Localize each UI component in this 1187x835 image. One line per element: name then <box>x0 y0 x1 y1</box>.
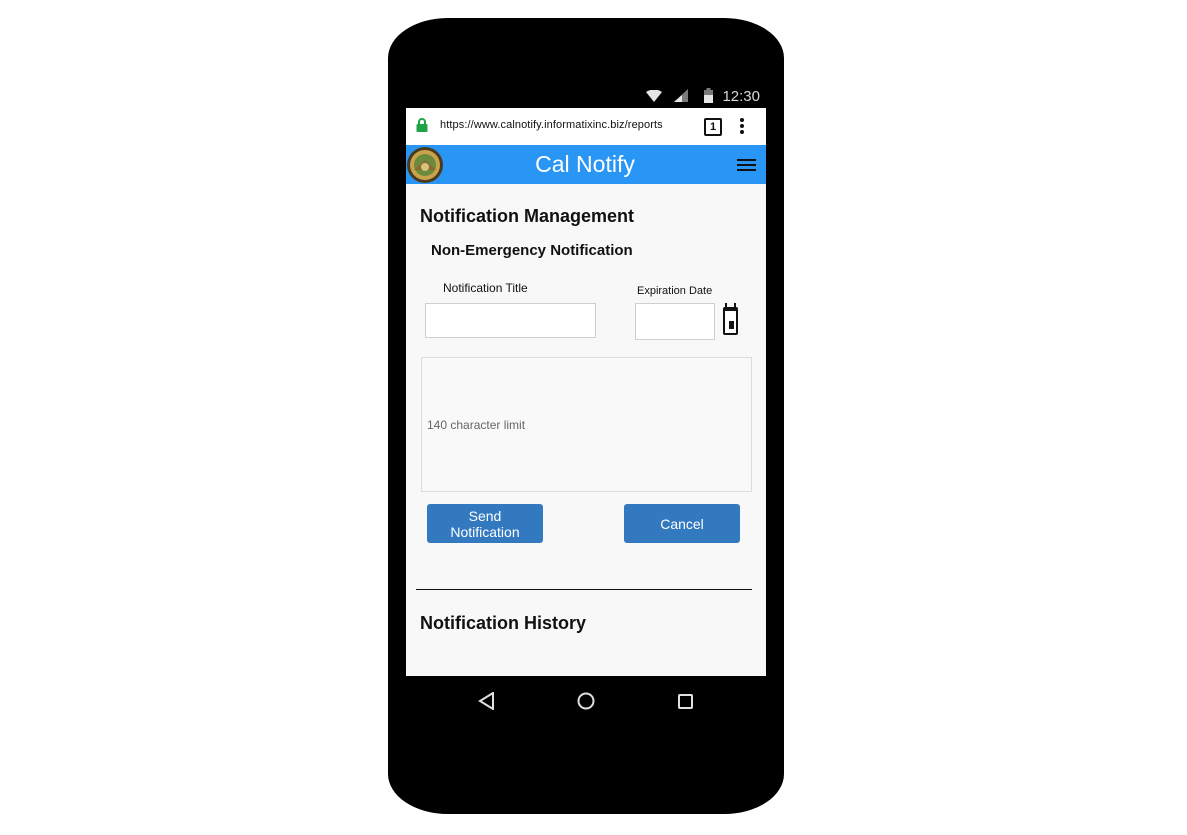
address-bar[interactable]: https://www.calnotify.informatixinc.biz/… <box>406 108 766 145</box>
url-text[interactable]: https://www.calnotify.informatixinc.biz/… <box>440 119 663 131</box>
lock-icon <box>416 118 428 137</box>
status-bar: 12:30 <box>406 86 766 108</box>
notification-history-title: Notification History <box>420 613 587 633</box>
message-textarea[interactable]: 140 character limit <box>421 357 752 492</box>
cancel-button-label: Cancel <box>660 515 704 532</box>
subsection-title: Non-Emergency Notification <box>431 242 633 259</box>
more-options-icon[interactable] <box>740 118 744 139</box>
expiration-date-input[interactable] <box>635 303 715 340</box>
status-time: 12:30 <box>722 88 760 105</box>
signal-icon <box>674 89 688 106</box>
page-title: Notification Management <box>420 206 635 226</box>
notification-title-input[interactable] <box>425 303 596 338</box>
recents-icon[interactable] <box>678 694 693 714</box>
wifi-icon <box>646 89 662 106</box>
battery-icon <box>704 88 713 107</box>
back-icon[interactable] <box>478 691 496 715</box>
cancel-button[interactable]: Cancel <box>624 504 740 543</box>
section-divider <box>416 589 752 590</box>
tabs-icon[interactable]: 1 <box>704 118 722 136</box>
app-header: Cal Notify <box>406 145 766 184</box>
android-nav-bar <box>406 676 766 728</box>
home-icon[interactable] <box>577 692 595 715</box>
send-notification-button[interactable]: Send Notification <box>427 504 543 543</box>
message-placeholder: 140 character limit <box>427 418 526 432</box>
app-title: Cal Notify <box>535 151 635 177</box>
browser-screen: https://www.calnotify.informatixinc.biz/… <box>406 108 766 676</box>
calendar-icon[interactable] <box>722 303 739 341</box>
notification-title-label: Notification Title <box>443 281 528 295</box>
expiration-date-label: Expiration Date <box>637 285 713 297</box>
hamburger-menu-icon[interactable] <box>737 159 756 174</box>
send-button-label: Send Notification <box>450 507 520 540</box>
